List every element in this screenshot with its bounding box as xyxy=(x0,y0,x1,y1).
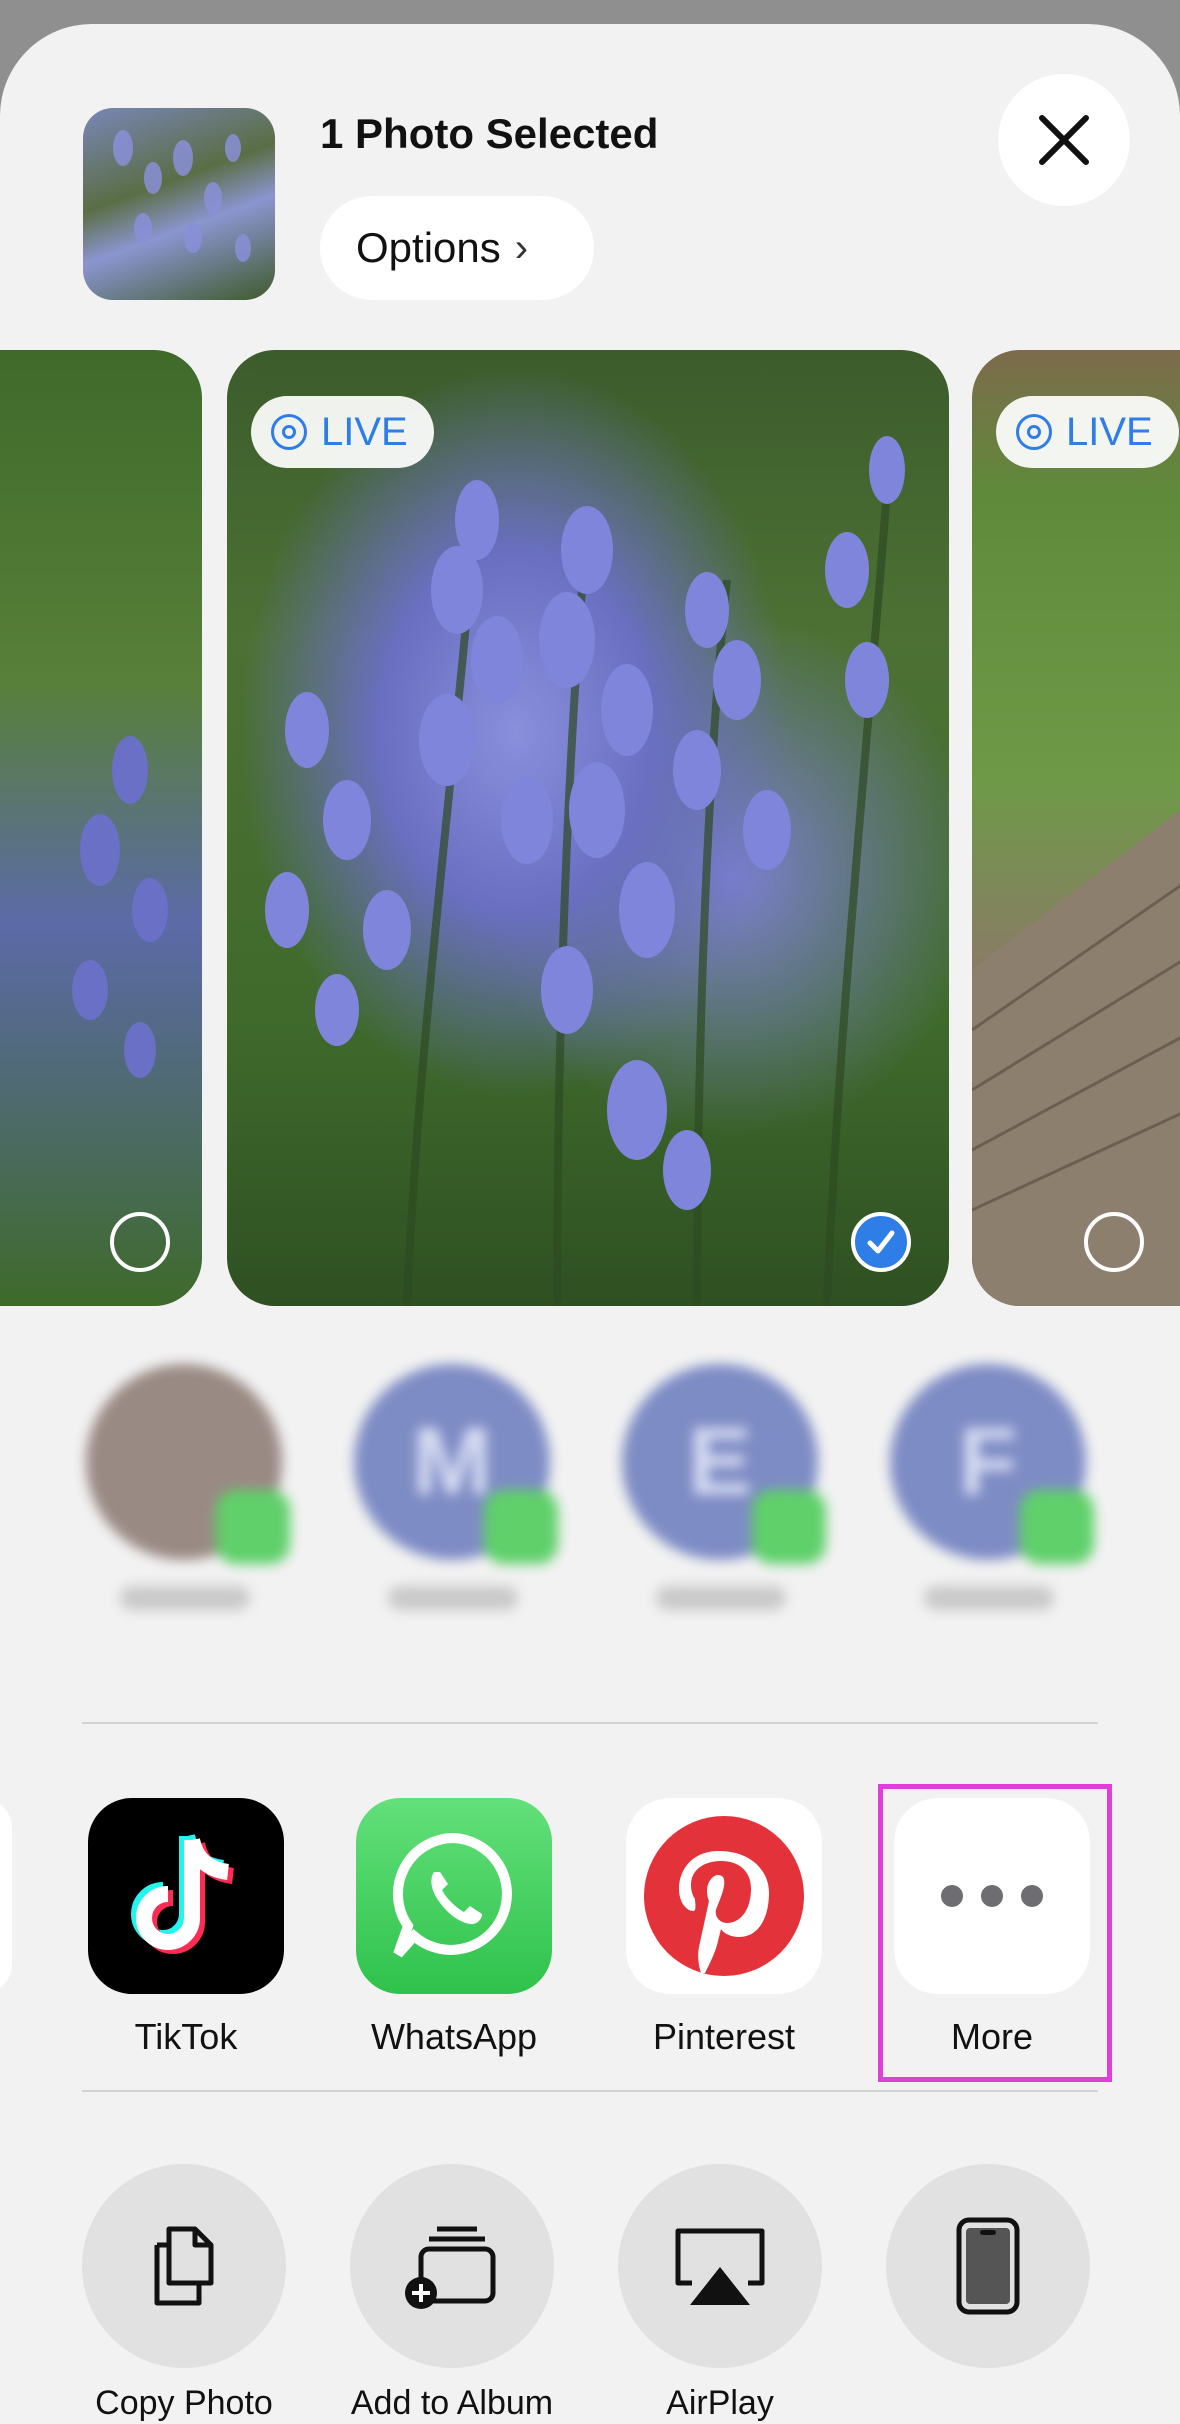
divider xyxy=(82,2090,1098,2092)
copy-photo-icon xyxy=(154,2226,214,2306)
action-label: Copy Photo xyxy=(95,2384,273,2422)
add-to-album-icon xyxy=(405,2226,496,2309)
copy-photo-button[interactable] xyxy=(82,2164,286,2368)
photo-card-left[interactable] xyxy=(0,350,202,1306)
action-label: Add to Album xyxy=(350,2384,554,2422)
divider xyxy=(82,1722,1098,1724)
device-button[interactable] xyxy=(886,2164,1090,2368)
live-label: LIVE xyxy=(321,409,408,454)
selected-photo-thumbnail xyxy=(83,108,275,300)
share-sheet: 1 Photo Selected Options › LIVE LIVE M E… xyxy=(0,24,1180,2424)
add-to-album-button[interactable] xyxy=(350,2164,554,2368)
select-circle[interactable] xyxy=(1084,1212,1144,1272)
close-button[interactable] xyxy=(998,74,1130,206)
close-icon xyxy=(1039,115,1089,165)
contact-item[interactable]: M xyxy=(354,1364,558,1610)
airplay-button[interactable] xyxy=(618,2164,822,2368)
contact-item[interactable]: E xyxy=(622,1364,826,1610)
live-label: LIVE xyxy=(1066,409,1153,454)
live-photo-icon xyxy=(271,414,307,450)
tiktok-icon xyxy=(88,1798,284,1994)
selection-title: 1 Photo Selected xyxy=(320,110,659,157)
options-label: Options xyxy=(356,224,501,271)
more-highlight-box xyxy=(878,1784,1112,2082)
checkmark-icon xyxy=(867,1230,895,1254)
messages-icon xyxy=(1020,1490,1094,1564)
pinterest-icon xyxy=(626,1798,822,1994)
phone-icon xyxy=(956,2217,1020,2315)
select-circle[interactable] xyxy=(110,1212,170,1272)
chevron-right-icon: › xyxy=(514,225,529,270)
live-photo-icon xyxy=(1016,414,1052,450)
contact-name xyxy=(120,1586,250,1610)
whatsapp-icon xyxy=(356,1798,552,1994)
contact-name xyxy=(924,1586,1054,1610)
messages-icon xyxy=(752,1490,826,1564)
photo-card-right[interactable]: LIVE xyxy=(972,350,1180,1306)
messages-icon xyxy=(484,1490,558,1564)
app-item-partial[interactable] xyxy=(0,1798,12,1994)
messages-icon xyxy=(216,1490,290,1564)
app-item-pinterest[interactable]: Pinterest xyxy=(626,1798,822,2058)
airplay-icon xyxy=(675,2228,765,2305)
live-badge[interactable]: LIVE xyxy=(251,396,434,468)
options-button[interactable]: Options › xyxy=(320,196,594,300)
action-label: AirPlay xyxy=(666,2384,774,2422)
contact-suggestions: M E F xyxy=(0,1364,1180,1724)
contact-item[interactable]: F xyxy=(890,1364,1094,1610)
photo-card-main[interactable]: LIVE xyxy=(227,350,949,1306)
select-checkmark[interactable] xyxy=(851,1212,911,1272)
contact-name xyxy=(388,1586,518,1610)
live-badge[interactable]: LIVE xyxy=(996,396,1179,468)
app-label: TikTok xyxy=(134,2016,238,2057)
app-item-whatsapp[interactable]: WhatsApp xyxy=(356,1798,552,2058)
app-label: Pinterest xyxy=(652,2016,796,2057)
contact-name xyxy=(656,1586,786,1610)
app-label: WhatsApp xyxy=(370,2016,538,2057)
contact-item[interactable] xyxy=(86,1364,290,1610)
app-item-tiktok[interactable]: TikTok xyxy=(88,1798,284,2058)
